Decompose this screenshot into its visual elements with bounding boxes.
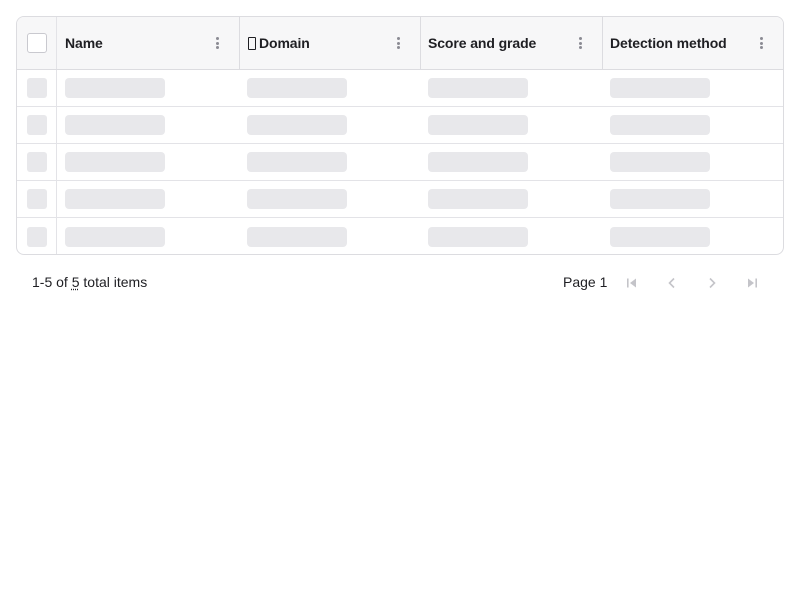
skeleton-text xyxy=(610,152,710,172)
skeleton-text xyxy=(610,226,710,247)
pagination-total-count: 5 xyxy=(71,274,80,290)
skeleton-text xyxy=(428,78,528,98)
skeleton-text xyxy=(65,78,165,98)
skeleton-text xyxy=(65,115,165,135)
chevron-left-icon xyxy=(668,277,675,289)
skeleton-text xyxy=(610,115,710,135)
pagination-range: 1-5 xyxy=(32,274,53,290)
skeleton-checkbox xyxy=(26,226,47,247)
skeleton-text xyxy=(247,189,347,209)
column-header-detection-method-label: Detection method xyxy=(610,35,727,51)
pagination-summary: 1-5 of 5 total items xyxy=(32,274,147,290)
column-header-score[interactable]: Score and grade xyxy=(421,17,603,69)
skeleton-text xyxy=(247,226,347,247)
table-row-loading xyxy=(17,107,783,144)
page-indicator: Page 1 xyxy=(563,274,608,290)
skeleton-text xyxy=(610,189,710,209)
skeleton-checkbox xyxy=(26,115,47,135)
skeleton-checkbox xyxy=(26,78,47,98)
chevron-right-icon xyxy=(709,277,716,289)
skeleton-checkbox xyxy=(26,152,47,172)
table-row-loading xyxy=(17,181,783,218)
select-all-cell xyxy=(17,17,57,69)
skeleton-text xyxy=(428,115,528,135)
skeleton-text xyxy=(65,189,165,209)
column-menu-icon[interactable] xyxy=(759,37,763,49)
table-row-loading xyxy=(17,70,783,107)
column-header-detection-method[interactable]: Detection method xyxy=(603,17,783,69)
column-header-domain[interactable]: Domain xyxy=(240,17,421,69)
last-page-button[interactable] xyxy=(740,271,764,295)
column-header-domain-label: Domain xyxy=(259,35,310,51)
column-header-name[interactable]: Name xyxy=(57,17,240,69)
table-header-row: Name Domain Score and grade Detection me… xyxy=(17,17,783,70)
skeleton-text xyxy=(65,226,165,247)
select-all-checkbox[interactable] xyxy=(26,33,47,53)
skeleton-text xyxy=(247,115,347,135)
skeleton-checkbox xyxy=(26,189,47,209)
pagination-of: of xyxy=(56,274,68,290)
skeleton-text xyxy=(65,152,165,172)
skeleton-text xyxy=(247,152,347,172)
skeleton-text xyxy=(247,78,347,98)
pagination-total-suffix: total items xyxy=(83,274,148,290)
column-menu-icon[interactable] xyxy=(396,37,400,49)
table-row-loading xyxy=(17,144,783,181)
first-page-icon xyxy=(627,278,636,288)
skeleton-text xyxy=(428,189,528,209)
last-page-icon xyxy=(748,278,757,288)
column-header-name-label: Name xyxy=(65,35,103,51)
column-menu-icon[interactable] xyxy=(215,37,219,49)
next-page-button[interactable] xyxy=(700,271,724,295)
table-row-loading xyxy=(17,218,783,254)
skeleton-text xyxy=(428,226,528,247)
column-header-score-label: Score and grade xyxy=(428,35,537,51)
skeleton-text xyxy=(610,78,710,98)
skeleton-text xyxy=(428,152,528,172)
first-page-button[interactable] xyxy=(620,271,644,295)
lock-icon xyxy=(248,36,256,50)
pagination-bar: 1-5 of 5 total items Page 1 xyxy=(16,271,784,295)
data-table: Name Domain Score and grade Detection me… xyxy=(16,16,784,255)
column-menu-icon[interactable] xyxy=(578,37,582,49)
previous-page-button[interactable] xyxy=(660,271,684,295)
